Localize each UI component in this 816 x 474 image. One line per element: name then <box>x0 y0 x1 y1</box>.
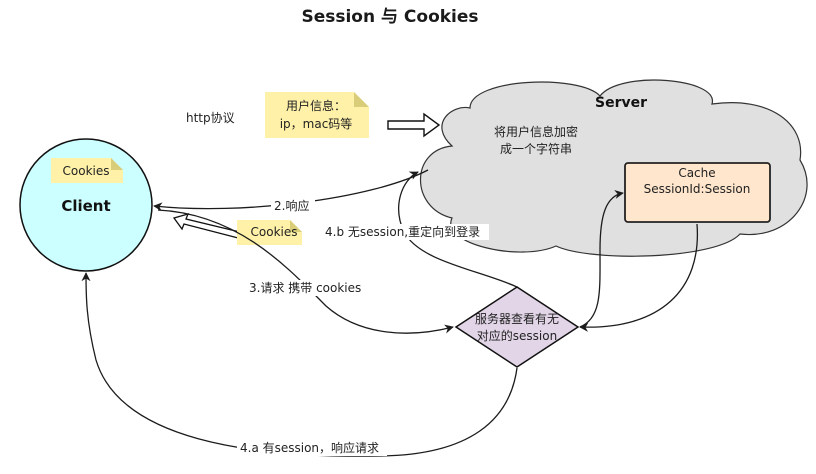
cache-node: Cache SessionId:Session <box>624 162 771 223</box>
http-label: http协议 <box>186 110 235 125</box>
decision-line2: 对应的session <box>477 328 557 343</box>
request-cookie-block-arrow <box>172 213 245 240</box>
cache-line2: SessionId:Session <box>644 182 751 196</box>
client-cookies-note: Cookies <box>51 158 123 183</box>
server-desc-line1: 将用户信息加密 <box>494 124 578 139</box>
request-cookies-note: Cookies <box>237 220 302 245</box>
response-label: 2.响应 <box>274 198 309 213</box>
server-label: Server <box>595 95 647 111</box>
user-info-line2: ip，mac码等 <box>280 117 353 131</box>
diagram-title: Session 与 Cookies <box>301 7 478 27</box>
user-info-block-arrow <box>387 112 441 138</box>
request-label: 3.请求 携带 cookies <box>249 280 361 295</box>
decision-line1: 服务器查看有无 <box>475 311 559 326</box>
user-info-note-fold <box>354 92 369 107</box>
user-info-line1: 用户信息： <box>286 98 346 113</box>
cache-line1: Cache <box>678 166 715 180</box>
client-label: Client <box>61 197 110 215</box>
decision-node: 服务器查看有无 对应的session <box>454 286 580 368</box>
request-cookies-text: Cookies <box>251 225 298 239</box>
server-desc-line2: 成一个字符串 <box>500 141 572 156</box>
respond-edge <box>81 272 518 457</box>
redirect-label: 4.b 无session,重定向到登录 <box>325 224 480 239</box>
session-cookies-diagram: Session 与 Cookies Server 将用户信息加密 成一个字符串 … <box>19 7 808 457</box>
decision-diamond <box>454 286 580 368</box>
user-info-note: 用户信息： ip，mac码等 <box>265 92 369 138</box>
client-cookies-text: Cookies <box>63 164 110 178</box>
respond-label: 4.a 有session，响应请求 <box>240 440 379 455</box>
